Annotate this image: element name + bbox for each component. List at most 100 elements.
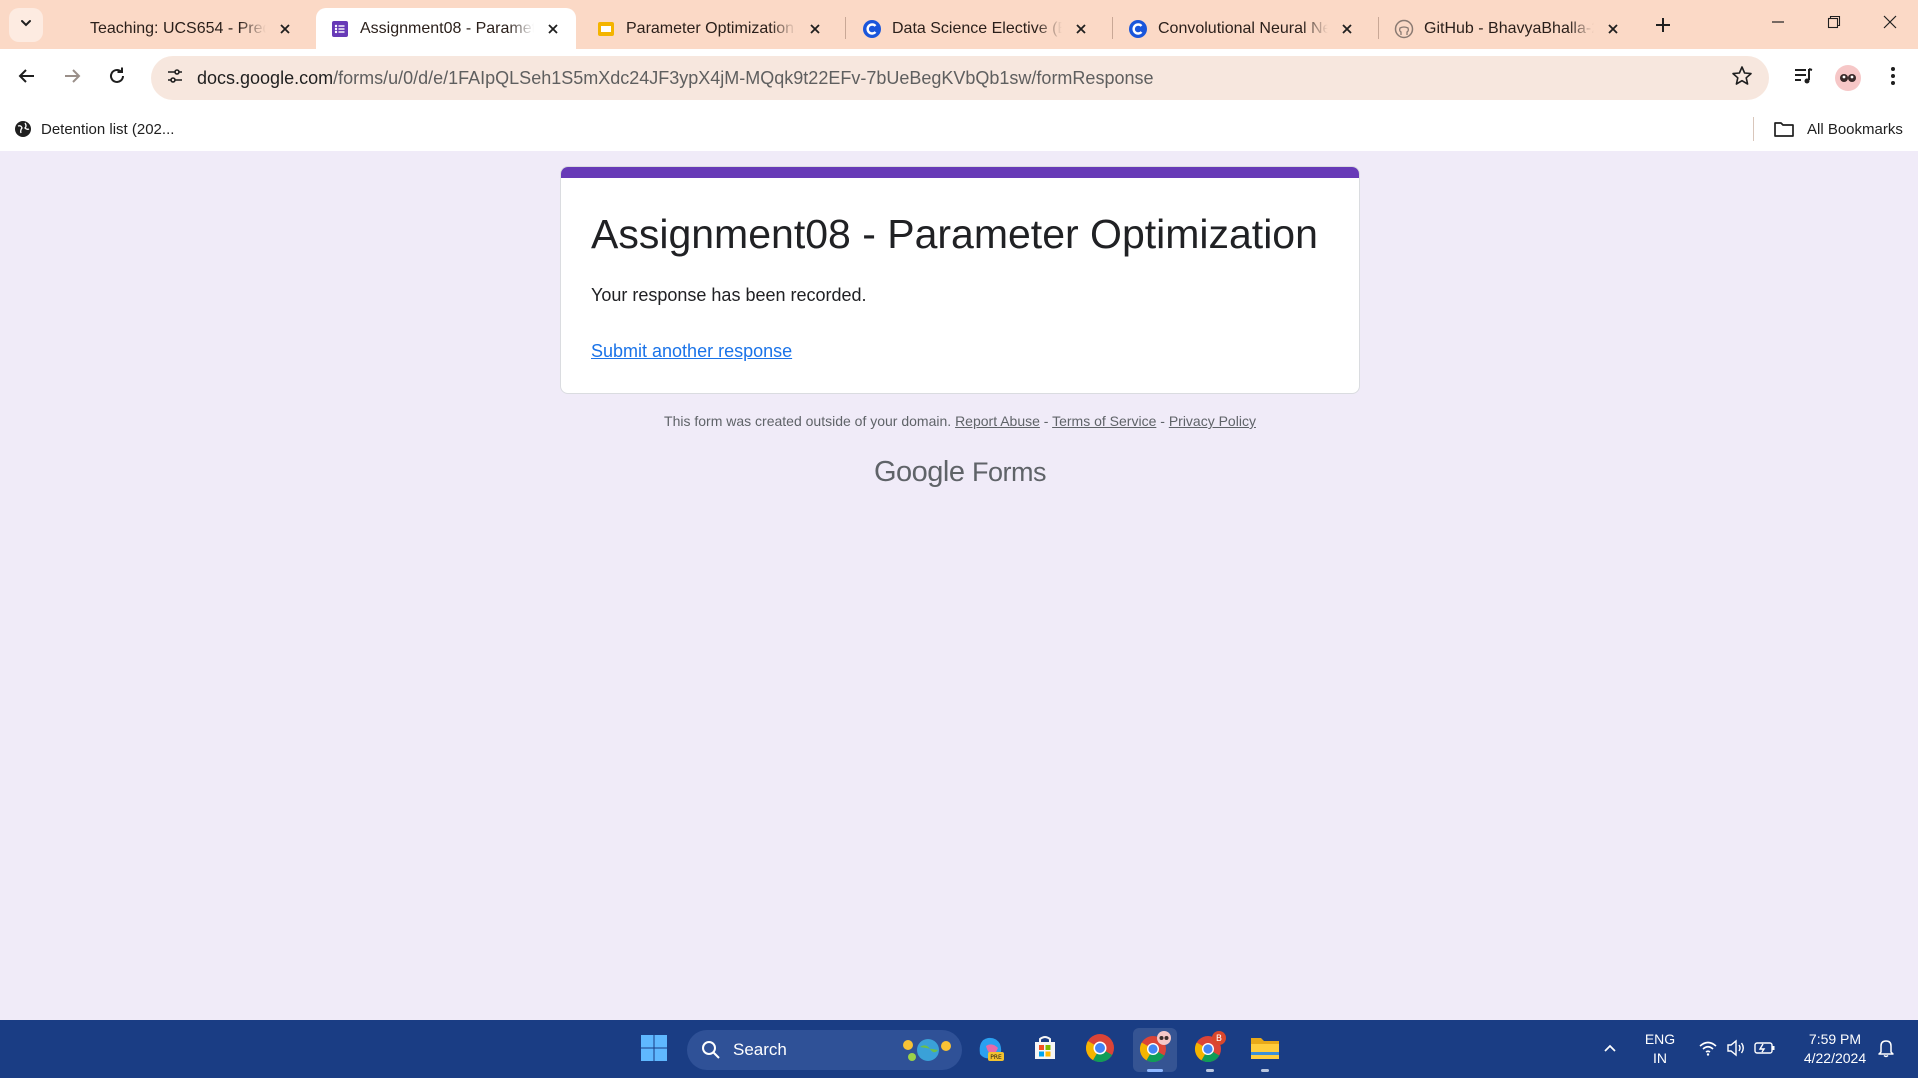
url-text[interactable]: docs.google.com/forms/u/0/d/e/1FAIpQLSeh… [197,56,1153,100]
svg-text:PRE: PRE [990,1054,1002,1061]
tab-search-button[interactable] [9,8,43,42]
confirmation-message: Your response has been recorded. [591,285,867,305]
restore-button[interactable] [1806,0,1862,49]
taskbar-search[interactable]: Search [687,1030,962,1070]
tab-assignment08[interactable]: Assignment08 - Parameter Optimization [316,8,576,49]
google-classroom-icon [862,19,882,39]
chrome-menu-button[interactable] [1875,60,1911,96]
submit-another-response-link[interactable]: Submit another response [591,341,792,362]
google-forms-icon [330,19,350,39]
input-language-button[interactable]: ENG IN [1642,1030,1678,1068]
close-icon[interactable] [1336,18,1358,40]
tab-title: Assignment08 - Parameter Optimization [360,19,534,37]
close-icon [1883,15,1897,34]
url-domain: docs.google.com [197,68,334,88]
close-icon[interactable] [1070,18,1092,40]
close-icon[interactable] [804,18,826,40]
more-vertical-icon [1890,66,1896,91]
restore-icon [1827,15,1841,34]
report-abuse-link[interactable]: Report Abuse [955,413,1040,429]
chrome-icon [1085,1033,1115,1068]
bell-icon [1877,1038,1895,1063]
disclaimer-text: This form was created outside of your do… [664,413,952,429]
notifications-button[interactable] [1864,1028,1908,1072]
tab-teaching[interactable]: Teaching: UCS654 - Predictive Analytics [76,8,308,49]
tab-parameter-optimization-pptx[interactable]: Parameter Optimization.pptx [582,8,838,49]
copilot-preview-button[interactable]: PRE [968,1028,1012,1072]
forms-wordmark: Forms [972,457,1047,487]
browser-toolbar: docs.google.com/forms/u/0/d/e/1FAIpQLSeh… [0,49,1918,107]
chrome-profile-b-icon: B [1193,1030,1227,1070]
search-highlight-icon [898,1035,954,1065]
bookmark-star-button[interactable] [1729,65,1755,91]
tab-convolutional-neural-network[interactable]: Convolutional Neural Network [1114,8,1370,49]
search-icon [701,1039,723,1061]
form-disclaimer: This form was created outside of your do… [560,413,1360,429]
running-indicator [1206,1069,1214,1072]
footer-separator: - [1039,413,1053,429]
tab-title: Teaching: UCS654 - Predictive Analytics [90,19,266,37]
minimize-icon [1771,15,1785,34]
start-button[interactable] [632,1028,676,1072]
google-classroom-icon [1128,19,1148,39]
terms-of-service-link[interactable]: Terms of Service [1052,413,1156,429]
form-title: Assignment08 - Parameter Optimization [591,211,1318,257]
google-wordmark: Google [873,456,965,488]
chrome-taskbar-button[interactable] [1078,1028,1122,1072]
playlist-music-icon [1792,65,1814,92]
arrow-right-icon [62,66,82,91]
form-accent-bar [561,167,1359,178]
back-button[interactable] [9,60,45,96]
chrome-profile-b-taskbar-button[interactable]: B [1188,1028,1232,1072]
address-bar[interactable]: docs.google.com/forms/u/0/d/e/1FAIpQLSeh… [151,56,1769,100]
form-confirmation-card: Assignment08 - Parameter Optimization Yo… [560,166,1360,394]
close-window-button[interactable] [1862,0,1918,49]
chevron-up-icon [1602,1040,1618,1061]
tab-data-science-elective[interactable]: Data Science Elective (Batch [848,8,1104,49]
bookmarks-bar: Detention list (202... All Bookmarks [0,107,1918,151]
all-bookmarks-label: All Bookmarks [1807,120,1903,138]
microsoft-store-button[interactable] [1023,1028,1067,1072]
tab-strip: Teaching: UCS654 - Predictive Analytics … [0,0,1918,49]
avatar [1835,65,1861,91]
region-code: IN [1653,1050,1667,1066]
show-hidden-icons-button[interactable] [1588,1028,1632,1072]
reload-button[interactable] [99,60,135,96]
footer-separator: - [1156,413,1169,429]
reload-icon [107,66,127,91]
privacy-policy-link[interactable]: Privacy Policy [1169,413,1256,429]
close-icon[interactable] [274,18,296,40]
globe-icon [14,120,32,138]
profile-button[interactable] [1830,60,1866,96]
github-icon [1394,19,1414,39]
new-tab-button[interactable] [1648,12,1678,42]
tab-separator [845,17,846,39]
chrome-badge-text: B [1216,1034,1222,1044]
bookmark-label: Detention list (202... [41,120,175,138]
arrow-left-icon [17,66,37,91]
quick-settings-button[interactable] [1692,1028,1782,1072]
plus-icon [1655,17,1671,38]
bookmark-detention-list[interactable]: Detention list (202... [14,115,174,143]
close-icon[interactable] [1602,18,1624,40]
chrome-profile-icon [1138,1030,1172,1070]
windows-logo-icon [640,1034,668,1067]
minimize-button[interactable] [1750,0,1806,49]
search-label: Search [733,1040,787,1059]
chrome-profile-taskbar-button[interactable] [1133,1028,1177,1072]
site-info-button[interactable] [159,62,191,94]
tab-title: Parameter Optimization.pptx [626,19,796,37]
media-controls-button[interactable] [1785,60,1821,96]
close-icon[interactable] [542,18,564,40]
bookmarks-divider [1753,117,1754,141]
wifi-icon [1698,1040,1718,1061]
active-indicator [1147,1069,1163,1072]
google-forms-logo[interactable]: Google Forms [560,456,1360,489]
file-explorer-button[interactable] [1243,1028,1287,1072]
forward-button[interactable] [54,60,90,96]
all-bookmarks-button[interactable]: All Bookmarks [1773,115,1903,143]
tab-github[interactable]: GitHub - BhavyaBhalla-27 [1380,8,1636,49]
tune-icon [166,67,184,90]
tab-title: Data Science Elective (Batch [892,19,1062,37]
battery-icon [1754,1040,1776,1061]
